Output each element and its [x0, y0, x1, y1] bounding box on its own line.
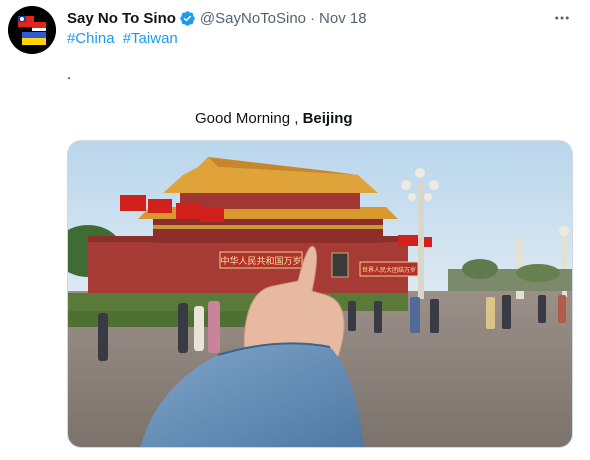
avatar-flags-icon: [8, 6, 56, 54]
tweet-date[interactable]: Nov 18: [319, 10, 367, 27]
more-horizontal-icon[interactable]: [552, 8, 572, 28]
tweet-photo[interactable]: 中华人民共和国万岁 世界人民大团结万岁: [67, 140, 573, 448]
hashtag-china[interactable]: #China: [67, 30, 115, 47]
greeting-prefix: Good Morning ,: [195, 110, 299, 127]
greeting-city: Beijing: [302, 110, 353, 127]
banner-left-text: 中华人民共和国万岁: [220, 255, 301, 267]
separator-dot: ·: [310, 9, 316, 27]
user-handle[interactable]: @SayNoToSino: [200, 10, 306, 27]
verified-badge-icon: [179, 10, 196, 27]
tweet-card[interactable]: Say No To Sino @SayNoToSino · Nov 18 #Ch…: [0, 0, 590, 460]
tiananmen-photo: 中华人民共和国万岁 世界人民大团结万岁: [68, 141, 572, 447]
avatar[interactable]: [8, 6, 56, 54]
hashtag-taiwan[interactable]: #Taiwan: [123, 30, 178, 47]
display-name[interactable]: Say No To Sino: [67, 10, 176, 27]
hashtag-list: #China #Taiwan: [67, 30, 182, 47]
tweet-body-dot: .: [67, 66, 72, 83]
tweet-greeting: Good Morning , Beijing: [195, 110, 353, 127]
banner-right-text: 世界人民大团结万岁: [362, 266, 416, 274]
tweet-header: Say No To Sino @SayNoToSino · Nov 18: [67, 8, 367, 28]
